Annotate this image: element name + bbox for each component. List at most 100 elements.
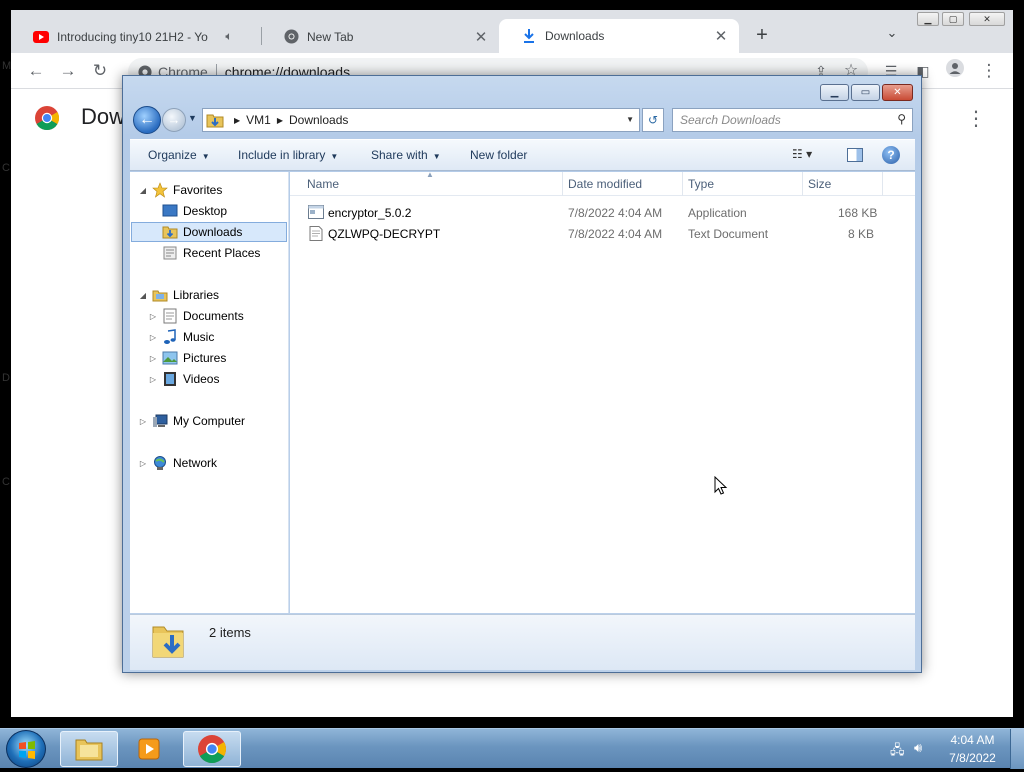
taskbar-chrome[interactable] [183, 731, 241, 767]
navigation-bar: ← → ▼ ▶ VM1 ▶ Downloads ▼ ↺ Search Downl… [131, 105, 915, 135]
taskbar-explorer[interactable] [60, 731, 118, 767]
show-desktop-button[interactable] [1010, 729, 1024, 769]
nav-recent-places[interactable]: Recent Places [148, 243, 260, 263]
close-tab-icon[interactable]: ✕ [711, 27, 731, 45]
star-icon [152, 182, 168, 198]
speaker-icon[interactable]: 🔈︎ [219, 29, 239, 44]
nav-videos[interactable]: ▷ Videos [148, 369, 219, 389]
address-bar[interactable]: ▶ VM1 ▶ Downloads ▼ [202, 108, 640, 132]
nav-favorites[interactable]: ◢ Favorites [138, 180, 222, 200]
nav-music[interactable]: ▷ Music [148, 327, 214, 347]
application-icon [308, 205, 324, 219]
expand-arrow-icon[interactable]: ▷ [138, 417, 148, 426]
search-input[interactable]: Search Downloads ⚲ [672, 108, 913, 132]
close-tab-icon[interactable]: ✕ [471, 28, 491, 46]
expand-arrow-icon[interactable]: ▷ [148, 333, 158, 342]
organize-button[interactable]: Organize ▼ [148, 148, 210, 162]
back-arrow-icon[interactable]: ← [24, 59, 48, 83]
new-folder-button[interactable]: New folder [470, 148, 527, 162]
collapse-arrow-icon[interactable]: ◢ [138, 186, 148, 195]
help-icon[interactable]: ? [882, 146, 900, 164]
file-row[interactable]: QZLWPQ-DECRYPT 7/8/2022 4:04 AM Text Doc… [290, 224, 915, 244]
edge-letter: C [2, 162, 10, 174]
preview-pane-icon[interactable] [847, 148, 863, 162]
address-dropdown-icon[interactable]: ▼ [626, 115, 634, 124]
start-button[interactable] [6, 730, 46, 768]
expand-arrow-icon[interactable]: ▷ [148, 312, 158, 321]
breadcrumb-separator: ▶ [276, 115, 283, 125]
maximize-button[interactable]: ▢ [942, 12, 964, 26]
nav-pictures[interactable]: ▷ Pictures [148, 348, 226, 368]
expand-arrow-icon[interactable]: ▷ [148, 375, 158, 384]
column-divider[interactable] [562, 172, 563, 196]
network-tray-icon[interactable]: 🖧︎ [890, 741, 905, 763]
maximize-button[interactable]: ▭ [851, 84, 880, 101]
tab-title: Downloads [545, 29, 605, 43]
nav-my-computer[interactable]: ▷ My Computer [138, 411, 245, 431]
include-in-library-button[interactable]: Include in library ▼ [238, 148, 338, 162]
file-type: Application [688, 206, 747, 220]
forward-arrow-icon[interactable]: → [56, 59, 80, 83]
volume-icon[interactable]: 🔊︎ [914, 740, 922, 756]
clock-time[interactable]: 4:04 AM [945, 733, 1000, 747]
command-bar: Organize ▼ Include in library ▼ Share with… [130, 139, 915, 171]
desktop-icon [162, 203, 178, 219]
edge-letter: M [2, 60, 12, 72]
mouse-cursor-icon [714, 476, 728, 495]
chrome-icon [198, 735, 226, 763]
file-type: Text Document [688, 227, 769, 241]
kebab-menu-icon[interactable]: ⋮ [977, 59, 1001, 83]
file-size: 168 KB [838, 206, 878, 220]
new-tab-button[interactable]: + [748, 24, 776, 48]
close-button[interactable]: ✕ [882, 84, 913, 101]
network-icon [152, 455, 168, 471]
taskbar-media-player[interactable] [120, 731, 178, 767]
navigation-pane: ◢ Favorites Desktop Downloads Recent Pla… [130, 172, 289, 613]
page-title: Dow [81, 104, 126, 129]
change-view-icon[interactable]: ☷ ▾ [792, 147, 812, 161]
nav-libraries[interactable]: ◢ Libraries [138, 285, 219, 305]
clock-date[interactable]: 7/8/2022 [940, 751, 1005, 765]
column-name[interactable]: Name [307, 177, 339, 193]
column-divider[interactable] [802, 172, 803, 196]
chevron-down-icon[interactable]: ⌄ [881, 25, 903, 47]
expand-arrow-icon[interactable]: ▷ [138, 459, 148, 468]
tab-downloads[interactable]: Downloads ✕ [499, 19, 739, 53]
back-button[interactable]: ← [133, 106, 161, 134]
kebab-menu-icon[interactable]: ⋮ [966, 106, 986, 131]
tab-new-tab[interactable]: New Tab ✕ [261, 20, 499, 53]
profile-icon[interactable] [943, 59, 967, 83]
column-divider[interactable] [682, 172, 683, 196]
file-date: 7/8/2022 4:04 AM [568, 206, 663, 220]
tab-youtube[interactable]: Introducing tiny10 21H2 - Yo 🔈︎ [11, 20, 261, 53]
breadcrumb-vm1[interactable]: VM1 [246, 113, 271, 127]
file-row[interactable]: encryptor_5.0.2 7/8/2022 4:04 AM Applica… [290, 203, 915, 223]
minimize-button[interactable]: ▁ [820, 84, 849, 101]
nav-documents[interactable]: ▷ Documents [148, 306, 244, 326]
folder-icon [75, 739, 103, 761]
expand-arrow-icon[interactable]: ▷ [148, 354, 158, 363]
forward-button[interactable]: → [162, 108, 186, 132]
youtube-icon [33, 29, 49, 45]
share-with-button[interactable]: Share with ▼ [371, 148, 441, 162]
nav-network[interactable]: ▷ Network [138, 453, 217, 473]
minimize-button[interactable]: ▁ [917, 12, 939, 26]
close-button[interactable]: ✕ [969, 12, 1005, 26]
documents-icon [162, 308, 178, 324]
column-date-modified[interactable]: Date modified [568, 177, 642, 193]
tab-strip: Introducing tiny10 21H2 - Yo 🔈︎ New Tab … [11, 10, 1013, 53]
collapse-arrow-icon[interactable]: ◢ [138, 291, 148, 300]
reload-icon[interactable]: ↻ [88, 59, 112, 83]
refresh-icon[interactable]: ↺ [642, 108, 664, 132]
column-divider[interactable] [882, 172, 883, 196]
breadcrumb-downloads[interactable]: Downloads [289, 113, 348, 127]
library-icon [152, 287, 168, 303]
column-size[interactable]: Size [808, 177, 831, 193]
recent-pages-dropdown[interactable]: ▼ [188, 113, 197, 123]
file-date: 7/8/2022 4:04 AM [568, 227, 663, 241]
column-type[interactable]: Type [688, 177, 714, 193]
nav-desktop[interactable]: Desktop [148, 201, 227, 221]
breadcrumb-separator: ▶ [234, 115, 241, 125]
nav-downloads[interactable]: Downloads [148, 222, 242, 242]
computer-icon [152, 413, 168, 429]
